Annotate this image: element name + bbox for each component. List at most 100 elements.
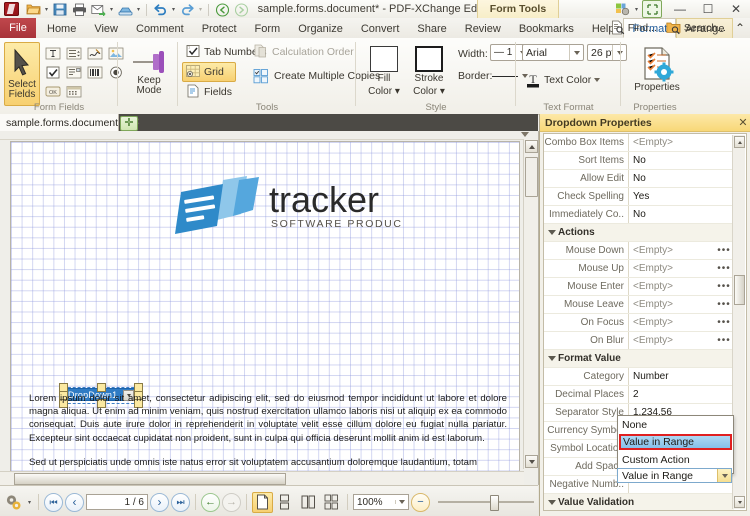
zoom-slider-thumb[interactable] (490, 495, 499, 511)
fields-button[interactable]: Fields (182, 82, 235, 102)
horizontal-scroll-thumb[interactable] (14, 473, 286, 485)
two-pages-continuous-icon[interactable] (321, 492, 342, 513)
fullscreen-icon[interactable] (642, 0, 662, 18)
properties-row-more-button[interactable]: ••• (716, 332, 732, 349)
properties-row[interactable]: On Blur <Empty> ••• (544, 332, 734, 350)
tab-organize[interactable]: Organize (289, 18, 352, 38)
date-field-icon[interactable] (63, 81, 85, 101)
properties-button[interactable]: Properties (629, 43, 685, 103)
font-family-combo[interactable]: Arial (522, 44, 584, 61)
pdf-page[interactable]: tracker SOFTWARE PRODUCTS DropDown1 (10, 141, 520, 473)
search-button[interactable]: Search... (663, 20, 729, 37)
close-button[interactable]: ✕ (722, 0, 750, 18)
signature-icon[interactable] (84, 43, 106, 63)
push-button-icon[interactable]: OK (42, 81, 64, 101)
scan-icon[interactable] (116, 2, 134, 18)
tab-home[interactable]: Home (38, 18, 85, 38)
combo-box-icon[interactable] (63, 43, 85, 63)
validation-combo-arrow-icon[interactable] (717, 469, 731, 482)
two-pages-icon[interactable] (298, 492, 319, 513)
properties-section-header[interactable]: Actions (544, 224, 734, 242)
properties-row-value[interactable]: No (628, 152, 734, 169)
properties-scroll-up-arrow[interactable] (734, 136, 745, 148)
print-icon[interactable] (70, 2, 88, 18)
customize-caret[interactable]: ▾ (633, 1, 640, 17)
zoom-combo-arrow[interactable] (395, 500, 408, 504)
zoom-slider[interactable] (432, 494, 540, 511)
properties-section-header[interactable]: Format Value (544, 350, 734, 368)
properties-row-more-button[interactable]: ••• (716, 260, 732, 277)
navigate-forward-button[interactable]: → (222, 492, 241, 512)
properties-row[interactable]: Sort Items No (544, 152, 734, 170)
minimize-button[interactable]: — (666, 0, 694, 18)
font-family-arrow[interactable] (569, 45, 583, 60)
prev-page-button[interactable]: ‹ (65, 492, 84, 512)
properties-row[interactable]: Mouse Enter <Empty> ••• (544, 278, 734, 296)
properties-row-value[interactable]: 2 (628, 386, 734, 403)
undo-icon[interactable] (151, 2, 169, 18)
properties-row-more-button[interactable]: ••• (716, 242, 732, 259)
properties-row-more-button[interactable]: ••• (716, 314, 732, 331)
first-page-button[interactable]: ⏮ (44, 492, 63, 512)
properties-row-value[interactable]: Number (628, 368, 734, 385)
properties-row[interactable]: Combo Box Items <Empty> (544, 134, 734, 152)
validation-dropdown-list[interactable]: None Value in Range Custom Action (617, 415, 734, 474)
validation-dropdown-option[interactable]: Custom Action (618, 451, 733, 468)
properties-section-header[interactable]: Value Validation (544, 494, 734, 510)
properties-row-value[interactable]: No (628, 206, 734, 223)
calculation-order-button[interactable]: Calculation Order (250, 42, 357, 62)
properties-scroll-down-arrow[interactable] (734, 496, 745, 508)
properties-row[interactable]: Immediately Co.. No (544, 206, 734, 224)
tab-comment[interactable]: Comment (127, 18, 193, 38)
list-box-icon[interactable] (63, 62, 85, 82)
scan-dropdown-caret[interactable]: ▾ (135, 2, 142, 18)
scroll-up-arrow[interactable] (525, 140, 538, 153)
properties-row[interactable]: Decimal Places 2 (544, 386, 734, 404)
properties-row-value[interactable]: <Empty> (628, 134, 734, 151)
tab-form[interactable]: Form (246, 18, 290, 38)
collapse-ribbon-button[interactable]: ⌃ (732, 20, 748, 37)
zoom-combo[interactable]: 100% (353, 494, 409, 510)
next-page-button[interactable]: › (150, 492, 169, 512)
text-field-icon[interactable] (42, 43, 64, 63)
back-icon[interactable] (213, 2, 231, 18)
tab-convert[interactable]: Convert (352, 18, 409, 38)
properties-row[interactable]: Mouse Down <Empty> ••• (544, 242, 734, 260)
properties-row[interactable]: Mouse Leave <Empty> ••• (544, 296, 734, 314)
text-color-button[interactable]: T Text Color (522, 70, 603, 90)
tab-file[interactable]: File (0, 18, 36, 38)
last-page-button[interactable]: ⏭ (171, 492, 190, 512)
open-icon[interactable] (24, 2, 42, 18)
redo-icon[interactable] (178, 2, 196, 18)
open-dropdown-caret[interactable]: ▾ (43, 2, 50, 18)
save-icon[interactable] (51, 2, 69, 18)
stroke-color-button[interactable]: Stroke Color ▾ (406, 46, 452, 97)
properties-row[interactable]: Category Number (544, 368, 734, 386)
tab-view[interactable]: View (85, 18, 127, 38)
properties-row[interactable]: Check Spelling Yes (544, 188, 734, 206)
properties-row-value[interactable]: No (628, 170, 734, 187)
properties-row-more-button[interactable]: ••• (716, 296, 732, 313)
validation-dropdown-option[interactable]: Value in Range (619, 434, 732, 450)
document-tab[interactable]: sample.forms.document • ✕ (0, 114, 141, 131)
properties-row[interactable]: On Focus <Empty> ••• (544, 314, 734, 332)
tab-review[interactable]: Review (456, 18, 510, 38)
properties-row-value[interactable]: Yes (628, 188, 734, 205)
undo-dropdown-caret[interactable]: ▾ (170, 2, 177, 18)
email-icon[interactable] (89, 2, 107, 18)
properties-scroll-thumb[interactable] (734, 275, 745, 305)
tools-dropdown-caret[interactable]: ▾ (26, 494, 33, 510)
keep-mode-button[interactable]: Keep Mode (126, 44, 172, 104)
collapse-triangle-icon[interactable] (548, 356, 556, 361)
tools-gear-icon[interactable] (3, 492, 24, 513)
find-button[interactable]: Find... (607, 20, 660, 37)
properties-row[interactable]: Mouse Up <Empty> ••• (544, 260, 734, 278)
collapse-triangle-icon[interactable] (548, 500, 556, 505)
barcode-icon[interactable] (84, 62, 106, 82)
maximize-button[interactable]: ☐ (694, 0, 722, 18)
text-color-arrow[interactable] (594, 78, 601, 82)
scroll-down-arrow[interactable] (525, 455, 538, 468)
fill-color-button[interactable]: Fill Color ▾ (364, 46, 404, 97)
select-fields-button[interactable]: Select Fields (4, 42, 40, 106)
zoom-out-button[interactable]: − (411, 492, 430, 512)
